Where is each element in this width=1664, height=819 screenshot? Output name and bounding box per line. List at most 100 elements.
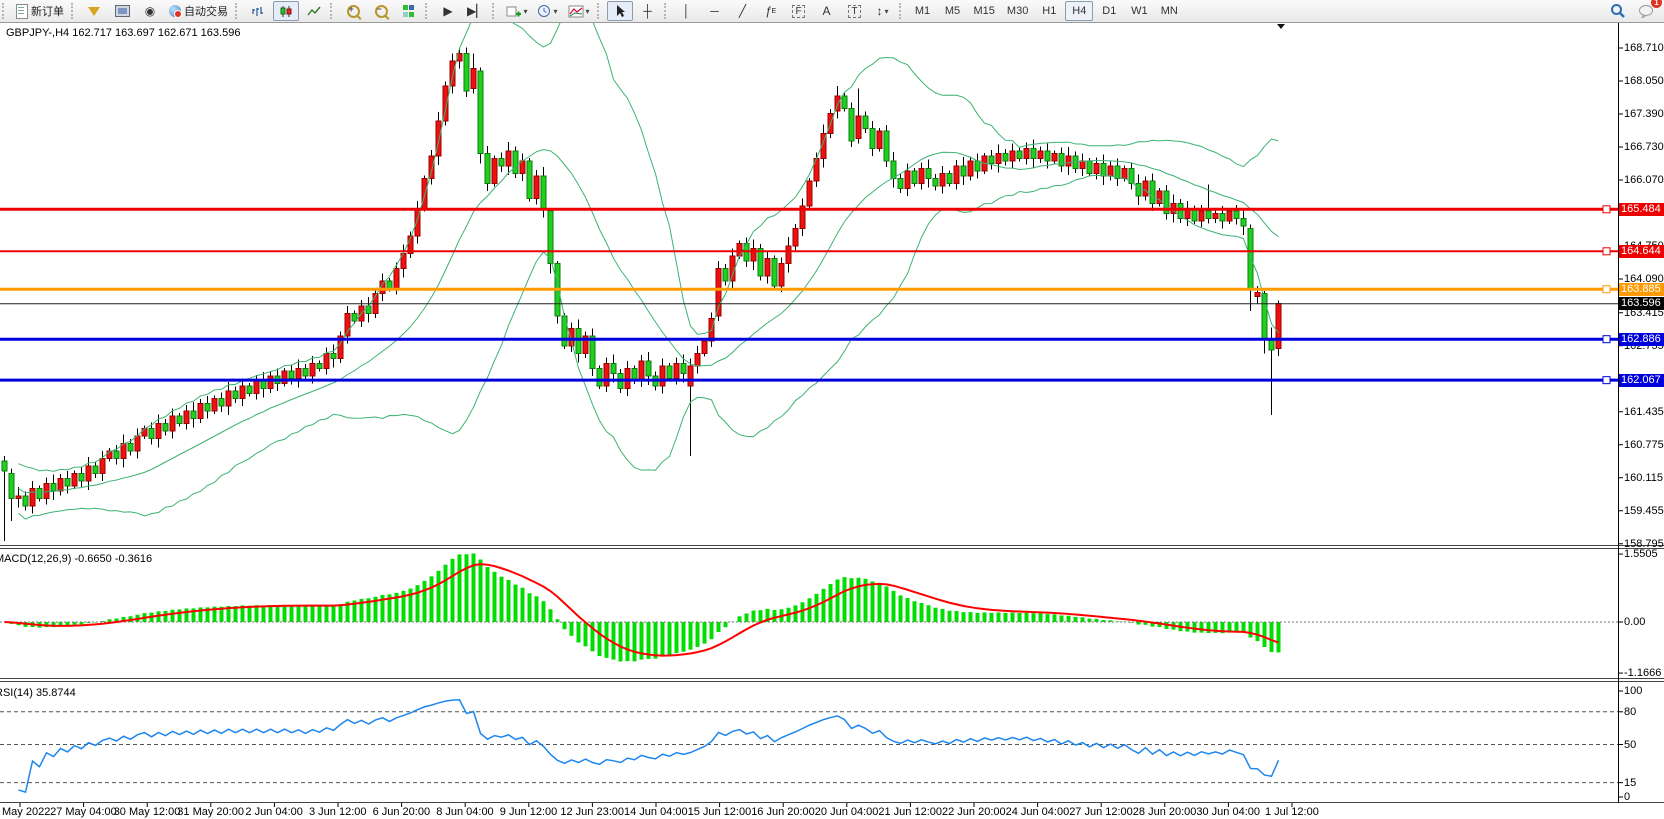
signals-button[interactable]: ◉ xyxy=(137,1,163,21)
timeframe-button-M5[interactable]: M5 xyxy=(939,1,967,21)
candlestick-button[interactable] xyxy=(273,1,299,21)
trendline-icon: ╱ xyxy=(739,5,746,17)
chart-shift-icon: ▶▏ xyxy=(467,5,485,17)
bollinger-lower[interactable] xyxy=(19,175,1279,519)
bar-chart-button[interactable] xyxy=(245,1,271,21)
bar-chart-icon xyxy=(251,5,265,18)
timeframe-button-M15[interactable]: M15 xyxy=(969,1,1000,21)
price-tick-label: 160.115 xyxy=(1624,472,1663,484)
timeframe-button-H1[interactable]: H1 xyxy=(1035,1,1063,21)
price-line-label[interactable]: 163.885 xyxy=(1619,283,1664,296)
text-button[interactable]: A xyxy=(814,1,840,21)
rsi-line[interactable] xyxy=(19,700,1279,792)
line-handle[interactable] xyxy=(1603,336,1610,343)
line-handle[interactable] xyxy=(1603,377,1610,384)
toolbar-grip[interactable] xyxy=(330,3,337,19)
toolbar-grip[interactable] xyxy=(235,3,242,19)
price-tick-label: 168.710 xyxy=(1624,42,1664,54)
zoom-in-icon: + xyxy=(347,5,360,18)
line-handle[interactable] xyxy=(1603,248,1610,255)
chart-canvas[interactable] xyxy=(0,0,1664,819)
price-line-label[interactable]: 162.886 xyxy=(1619,333,1664,346)
channel-button[interactable]: F xyxy=(786,1,812,21)
new-order-button[interactable]: 新订单 xyxy=(12,1,68,21)
time-label: 27 May 04:00 xyxy=(50,806,117,818)
arrows-icon: ↕ xyxy=(877,5,883,17)
bollinger-middle[interactable] xyxy=(19,150,1279,494)
tile-windows-icon xyxy=(403,5,415,17)
cursor-button[interactable] xyxy=(607,1,633,21)
zoom-in-button[interactable]: + xyxy=(340,1,366,21)
timeframe-button-M1[interactable]: M1 xyxy=(909,1,937,21)
line-handle[interactable] xyxy=(1603,206,1610,213)
time-label: 2 Jun 04:00 xyxy=(245,806,303,818)
time-label: 28 Jun 20:00 xyxy=(1133,806,1197,818)
time-label: 3 Jun 12:00 xyxy=(309,806,367,818)
toolbar-grip[interactable] xyxy=(425,3,432,19)
rsi-pane[interactable] xyxy=(0,700,1618,792)
timeframe-button-H4[interactable]: H4 xyxy=(1065,1,1093,21)
chart-shift-button[interactable]: ▶▏ xyxy=(463,1,489,21)
toolbar-grip[interactable] xyxy=(492,3,499,19)
notifications-button[interactable]: 1 xyxy=(1633,1,1659,21)
rsi-scale-label: 80 xyxy=(1624,706,1636,718)
horizontal-line-button[interactable]: ─ xyxy=(702,1,728,21)
macd-pane[interactable] xyxy=(0,553,1618,661)
timeframe-button-D1[interactable]: D1 xyxy=(1095,1,1123,21)
price-line-label[interactable]: 162.067 xyxy=(1619,374,1664,387)
time-label: 30 Jun 04:00 xyxy=(1196,806,1260,818)
auto-scroll-icon: ▶ xyxy=(443,5,452,17)
macd-histogram xyxy=(10,553,1281,661)
macd-scale-label: 1.5505 xyxy=(1624,548,1658,560)
channel-icon: F xyxy=(792,5,804,18)
shift-marker-icon[interactable] xyxy=(1277,24,1285,29)
time-label: 15 Jun 12:00 xyxy=(688,806,752,818)
fibonacci-button[interactable]: ƒE xyxy=(758,1,784,21)
rsi-label: RSI(14) 35.8744 xyxy=(0,687,76,699)
price-line-label[interactable]: 164.644 xyxy=(1619,245,1664,258)
timeframe-button-M30[interactable]: M30 xyxy=(1002,1,1033,21)
rsi-scale-label: 15 xyxy=(1624,777,1636,789)
price-line-label[interactable]: 165.484 xyxy=(1619,203,1664,216)
toolbar-grip[interactable] xyxy=(2,3,9,19)
terminal-button[interactable] xyxy=(109,1,135,21)
zoom-out-button[interactable]: − xyxy=(368,1,394,21)
timeframe-button-W1[interactable]: W1 xyxy=(1125,1,1153,21)
new-chart-button[interactable]: ▾ xyxy=(502,1,531,21)
toolbar-grip[interactable] xyxy=(597,3,604,19)
macd-scale-label: 0.00 xyxy=(1624,616,1645,628)
search-button[interactable] xyxy=(1605,1,1631,21)
time-label: 27 Jun 12:00 xyxy=(1069,806,1133,818)
search-icon xyxy=(1610,3,1626,19)
crosshair-button[interactable]: ┼ xyxy=(635,1,661,21)
cursor-icon xyxy=(614,4,626,18)
dropdown-caret-icon: ▾ xyxy=(553,7,557,16)
timeframe-group: M1M5M15M30H1H4D1W1MN xyxy=(908,1,1185,21)
price-tick-label: 166.070 xyxy=(1624,174,1664,186)
tile-windows-button[interactable] xyxy=(396,1,422,21)
current-price-label[interactable]: 163.596 xyxy=(1619,297,1664,310)
new-order-icon xyxy=(16,4,28,19)
autotrading-button[interactable]: 自动交易 xyxy=(165,1,232,21)
indicators-icon xyxy=(568,5,584,18)
trendline-button[interactable]: ╱ xyxy=(730,1,756,21)
time-label: 6 Jun 20:00 xyxy=(373,806,431,818)
notification-badge: 1 xyxy=(1651,0,1662,8)
arrows-button[interactable]: ↕▾ xyxy=(870,1,896,21)
timeframe-button-MN[interactable]: MN xyxy=(1155,1,1183,21)
axis-frame xyxy=(0,22,1664,807)
main-pane[interactable] xyxy=(0,2,1618,541)
text-label-button[interactable]: T xyxy=(842,1,868,21)
line-chart-button[interactable] xyxy=(301,1,327,21)
vertical-line-button[interactable]: │ xyxy=(674,1,700,21)
profiles-button[interactable] xyxy=(81,1,107,21)
time-label: 14 Jun 04:00 xyxy=(624,806,688,818)
periods-button[interactable]: ▾ xyxy=(533,1,561,21)
toolbar-grip[interactable] xyxy=(71,3,78,19)
line-handle[interactable] xyxy=(1603,286,1610,293)
toolbar-grip[interactable] xyxy=(664,3,671,19)
indicators-button[interactable]: ▾ xyxy=(564,1,594,21)
toolbar-grip[interactable] xyxy=(899,3,906,19)
auto-scroll-button[interactable]: ▶ xyxy=(435,1,461,21)
time-label: 31 May 20:00 xyxy=(177,806,244,818)
